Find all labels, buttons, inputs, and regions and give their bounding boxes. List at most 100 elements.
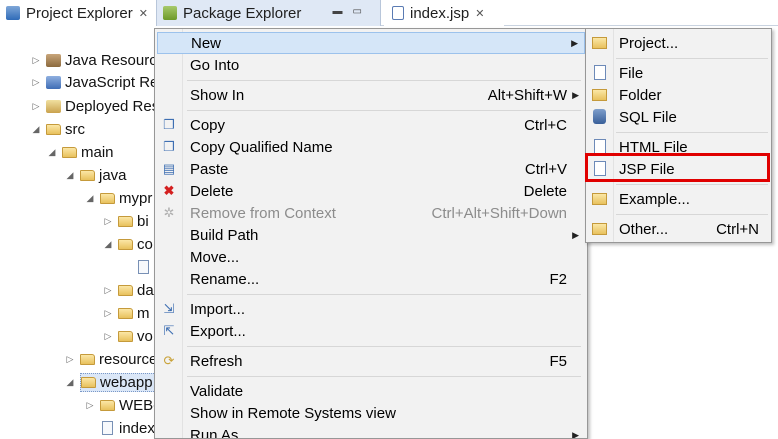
close-icon[interactable]: ✕ [475, 7, 484, 20]
tab-project-explorer[interactable]: Project Explorer ✕ [0, 0, 156, 26]
menu-item-export[interactable]: ⇱ Export... [157, 320, 585, 342]
expand-arrow-icon[interactable]: ▷ [30, 55, 42, 66]
menu-item-rename[interactable]: Rename... F2 [157, 268, 585, 290]
tab-package-explorer[interactable]: Package Explorer ▬▭ [156, 0, 381, 26]
tree-node-label: bi [137, 212, 149, 230]
menu-item-shortcut: Delete [523, 182, 567, 200]
collapse-arrow-icon[interactable]: ◢ [84, 193, 96, 204]
tree-node[interactable]: ▷ vo [102, 325, 153, 347]
menu-item-label: Refresh [190, 352, 243, 370]
tree-node-label: index [119, 419, 155, 437]
tree-node-label: webapp [100, 373, 153, 391]
tree-node[interactable]: ◢ mypr [84, 187, 153, 209]
tab-label: Project Explorer [26, 4, 133, 22]
tree-node[interactable]: ▷ m [102, 302, 150, 324]
menu-item-go-into[interactable]: Go Into [157, 54, 585, 76]
menu-separator [187, 110, 581, 111]
menu-item-paste[interactable]: ▤ Paste Ctrl+V [157, 158, 585, 180]
expand-arrow-icon[interactable]: ▷ [102, 216, 114, 227]
copy-qualified-name-icon: ❐ [163, 139, 175, 154]
collapse-arrow-icon[interactable]: ◢ [46, 147, 58, 158]
folder-icon [100, 192, 115, 204]
tree-node[interactable]: ◢ main [46, 141, 114, 163]
tree-node[interactable]: ◢ java [64, 164, 127, 186]
tree-node-label: Deployed Res [65, 97, 160, 115]
other-wizard-icon [592, 223, 607, 235]
folder-icon [118, 307, 133, 319]
tree-node[interactable]: ▷ da [102, 279, 154, 301]
source-folder-icon [80, 353, 95, 365]
submenu-item-other[interactable]: Other... Ctrl+N [588, 218, 769, 240]
menu-item-delete[interactable]: ✖ Delete Delete [157, 180, 585, 202]
menu-item-label: Move... [190, 248, 240, 266]
tree-node[interactable]: index [102, 417, 155, 439]
collapse-arrow-icon[interactable]: ◢ [64, 377, 76, 388]
menu-item-import[interactable]: ⇲ Import... [157, 298, 585, 320]
expand-arrow-icon[interactable]: ▷ [30, 77, 42, 88]
menu-item-label: New [191, 34, 222, 52]
tree-node-label: main [81, 143, 114, 161]
package-explorer-icon [163, 6, 177, 20]
collapse-arrow-icon[interactable]: ◢ [64, 170, 76, 181]
java-resources-icon [46, 53, 61, 67]
html-file-icon [594, 139, 606, 154]
menu-item-label: File [619, 64, 644, 82]
submenu-item-folder[interactable]: Folder [588, 84, 769, 106]
submenu-arrow-icon: ▶ [572, 89, 579, 100]
tab-index-jsp[interactable]: index.jsp ✕ [384, 0, 504, 26]
tree-node[interactable]: ◢ webapp [64, 371, 158, 393]
expand-arrow-icon[interactable]: ▷ [30, 101, 42, 112]
expand-arrow-icon[interactable]: ▷ [102, 331, 114, 342]
menu-item-move[interactable]: Move... [157, 246, 585, 268]
menu-item-copy[interactable]: ❐ Copy Ctrl+C [157, 114, 585, 136]
tree-node[interactable]: ▷ bi [102, 210, 149, 232]
tree-node[interactable]: ▷ WEB- [84, 394, 159, 416]
tree-node[interactable]: J [138, 256, 155, 278]
menu-item-shortcut: Alt+Shift+W [487, 86, 567, 104]
tree-node-label: src [65, 120, 85, 138]
menu-item-refresh[interactable]: ⟳ Refresh F5 [157, 350, 585, 372]
tree-node-label: JavaScript Res [65, 73, 166, 91]
menu-item-shortcut: Ctrl+C [524, 116, 567, 134]
expand-arrow-icon[interactable]: ▷ [102, 285, 114, 296]
project-tree: ▷ Java Resources ▷ JavaScript Res ▷ Deploye… [0, 26, 173, 439]
submenu-item-example[interactable]: Example... [588, 188, 769, 210]
submenu-item-file[interactable]: File [588, 62, 769, 84]
refresh-icon: ⟳ [163, 353, 175, 368]
menu-item-run-as[interactable]: Run As ▶ [157, 424, 585, 439]
minimize-maximize-icon[interactable]: ▬▭ [333, 6, 372, 17]
expand-arrow-icon[interactable]: ▷ [84, 400, 96, 411]
menu-item-remove-from-context[interactable]: ✲ Remove from Context Ctrl+Alt+Shift+Dow… [157, 202, 585, 224]
tree-node[interactable]: ◢ co [102, 233, 153, 255]
remove-from-context-icon: ✲ [163, 205, 175, 220]
tree-node[interactable]: ▷ Java Resources [30, 49, 173, 71]
copy-icon: ❐ [163, 117, 175, 132]
selected-node-highlight[interactable]: webapp [80, 372, 158, 392]
collapse-arrow-icon[interactable]: ◢ [30, 124, 42, 135]
menu-item-build-path[interactable]: Build Path ▶ [157, 224, 585, 246]
menu-item-validate[interactable]: Validate [157, 380, 585, 402]
tree-node[interactable]: ◢ src [30, 118, 85, 140]
menu-separator [616, 58, 768, 59]
export-icon: ⇱ [163, 323, 175, 338]
menu-separator [187, 80, 581, 81]
menu-item-show-in[interactable]: Show In Alt+Shift+W ▶ [157, 84, 585, 106]
javascript-resources-icon [46, 75, 61, 89]
expand-arrow-icon[interactable]: ▷ [102, 308, 114, 319]
menu-item-copy-qualified-name[interactable]: ❐ Copy Qualified Name [157, 136, 585, 158]
tree-node-label: m [137, 304, 150, 322]
tree-node-label: resource [99, 350, 158, 368]
menu-item-show-in-remote-systems-view[interactable]: Show in Remote Systems view [157, 402, 585, 424]
menu-separator [187, 346, 581, 347]
tree-node[interactable]: ▷ Deployed Res [30, 95, 160, 117]
submenu-item-sql-file[interactable]: SQL File [588, 106, 769, 128]
collapse-arrow-icon[interactable]: ◢ [102, 239, 114, 250]
tree-node[interactable]: ▷ resource [64, 348, 158, 370]
menu-item-new[interactable]: New ▶ [157, 32, 585, 54]
tree-node[interactable]: ▷ JavaScript Res [30, 71, 166, 93]
close-icon[interactable]: ✕ [139, 7, 148, 20]
context-menu: New ▶ Go Into Show In Alt+Shift+W ▶ ❐ Co… [154, 28, 588, 439]
submenu-item-project[interactable]: Project... [588, 32, 769, 54]
new-submenu: Project... File Folder SQL File HTML Fil… [585, 28, 772, 243]
expand-arrow-icon[interactable]: ▷ [64, 354, 76, 365]
